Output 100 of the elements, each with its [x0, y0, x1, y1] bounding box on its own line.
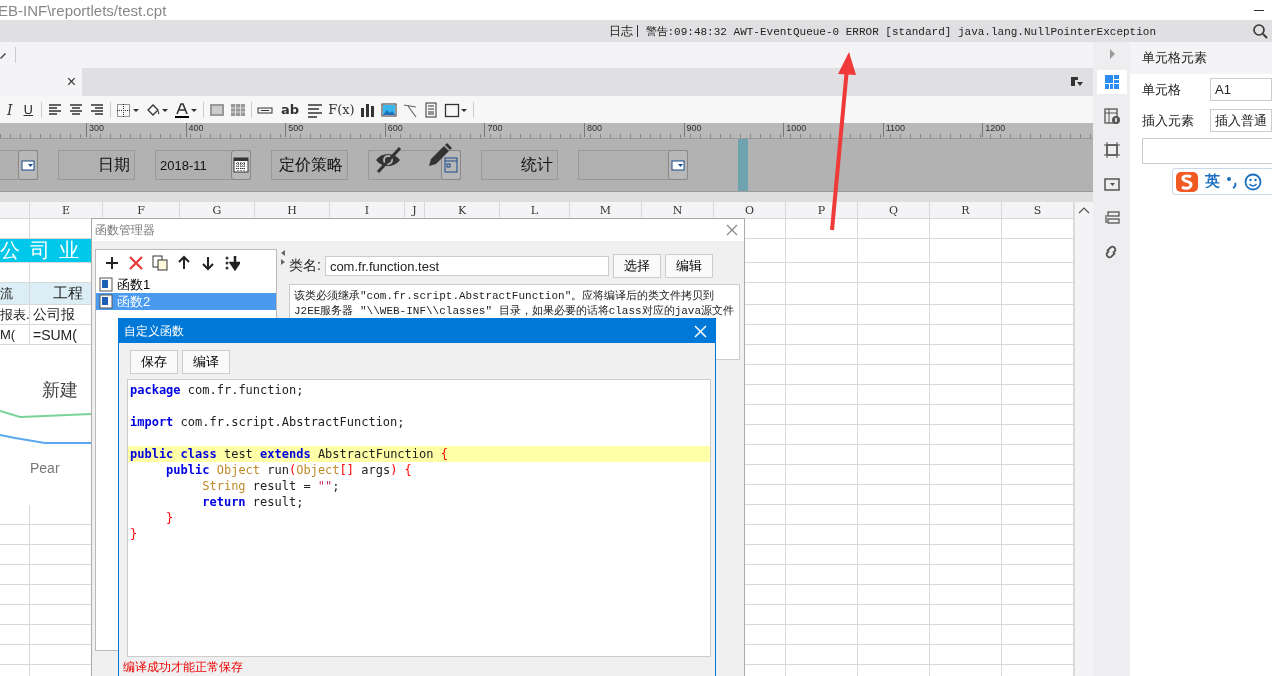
close-tab-button[interactable]: × — [66, 73, 76, 91]
empty-cell[interactable] — [786, 219, 858, 239]
add-icon[interactable] — [104, 255, 120, 271]
document-icon[interactable] — [422, 101, 439, 118]
dialog-button[interactable]: 编译 — [182, 350, 230, 374]
empty-cell[interactable] — [786, 605, 858, 625]
empty-cell[interactable] — [930, 283, 1002, 305]
empty-cell[interactable] — [930, 605, 1002, 625]
resize-handle[interactable] — [738, 139, 748, 191]
ime-mode[interactable]: 英 — [1205, 172, 1220, 191]
empty-cell[interactable] — [786, 325, 858, 345]
copy-icon[interactable] — [152, 255, 168, 271]
empty-cell[interactable] — [786, 625, 858, 645]
align-center-icon[interactable] — [68, 101, 85, 118]
empty-cell[interactable] — [858, 325, 930, 345]
smiley-icon[interactable] — [1244, 172, 1262, 191]
empty-cell[interactable] — [930, 525, 1002, 545]
empty-cell[interactable] — [786, 239, 858, 263]
empty-cell[interactable] — [858, 625, 930, 645]
empty-cell[interactable] — [858, 219, 930, 239]
empty-cell[interactable] — [786, 645, 858, 665]
empty-cell[interactable] — [930, 385, 1002, 405]
scroll-up-icon[interactable] — [1078, 206, 1090, 215]
empty-cell[interactable] — [858, 605, 930, 625]
empty-cell[interactable] — [786, 305, 858, 325]
empty-cell[interactable] — [930, 219, 1002, 239]
empty-cell[interactable] — [930, 345, 1002, 365]
dropdown-button[interactable] — [668, 150, 688, 180]
minimize-button[interactable] — [1254, 9, 1264, 11]
bar-chart-icon[interactable] — [359, 101, 376, 118]
column-header[interactable]: S — [1002, 202, 1074, 219]
empty-cell[interactable] — [786, 385, 858, 405]
empty-cell[interactable] — [786, 485, 858, 505]
border-icon[interactable] — [116, 101, 141, 118]
empty-cell[interactable] — [930, 263, 1002, 283]
frame-icon[interactable] — [443, 101, 468, 118]
empty-cell[interactable] — [930, 645, 1002, 665]
empty-cell[interactable] — [930, 565, 1002, 585]
empty-cell[interactable] — [858, 585, 930, 605]
empty-cell[interactable] — [786, 405, 858, 425]
empty-cell[interactable] — [858, 345, 930, 365]
empty-cell[interactable] — [0, 625, 30, 645]
italic-button[interactable]: I — [4, 100, 16, 119]
dialog-button[interactable]: 编辑 — [664, 254, 713, 278]
input-field[interactable]: 插入普通 — [1210, 109, 1272, 132]
empty-cell[interactable] — [930, 239, 1002, 263]
close-icon[interactable] — [726, 224, 738, 236]
delete-icon[interactable] — [128, 255, 144, 271]
empty-cell[interactable] — [786, 345, 858, 365]
slash-line-icon[interactable] — [401, 101, 418, 118]
empty-cell[interactable] — [0, 605, 30, 625]
column-header[interactable]: R — [930, 202, 1002, 219]
empty-cell[interactable] — [786, 505, 858, 525]
empty-cell[interactable] — [786, 545, 858, 565]
empty-cell[interactable] — [786, 283, 858, 305]
empty-cell[interactable] — [786, 585, 858, 605]
merge-cells-icon[interactable] — [209, 101, 226, 118]
empty-cell[interactable] — [930, 625, 1002, 645]
empty-cell[interactable] — [930, 325, 1002, 345]
empty-cell[interactable] — [858, 465, 930, 485]
paragraph-icon[interactable] — [307, 101, 324, 118]
empty-cell[interactable] — [930, 425, 1002, 445]
dropdown-button[interactable] — [18, 150, 38, 180]
empty-cell[interactable] — [858, 283, 930, 305]
empty-cell[interactable] — [930, 505, 1002, 525]
empty-cell[interactable] — [786, 445, 858, 465]
empty-cell[interactable] — [786, 465, 858, 485]
empty-cell[interactable] — [0, 525, 30, 545]
empty-cell[interactable] — [930, 305, 1002, 325]
splitter-arrows-icon[interactable] — [281, 249, 285, 266]
empty-cell[interactable] — [858, 565, 930, 585]
date-field[interactable]: 2018-11 — [155, 150, 251, 180]
empty-cell[interactable] — [0, 645, 30, 665]
empty-cell[interactable] — [930, 405, 1002, 425]
empty-cell[interactable] — [0, 585, 30, 605]
empty-cell[interactable] — [858, 525, 930, 545]
code-editor[interactable]: package com.fr.function; import com.fr.script.AbstractFunction; public class test extends AbstractFunction { public Object run(Object[] args) { String result = ""; return result; } } — [127, 379, 711, 657]
column-header[interactable]: E — [30, 202, 103, 219]
empty-cell[interactable] — [858, 485, 930, 505]
panel-tab[interactable] — [1096, 70, 1127, 94]
empty-cell[interactable] — [858, 239, 930, 263]
empty-cell[interactable] — [858, 545, 930, 565]
empty-cell[interactable] — [930, 545, 1002, 565]
empty-cell[interactable] — [858, 263, 930, 283]
empty-cell[interactable] — [858, 305, 930, 325]
empty-cell[interactable] — [786, 263, 858, 283]
empty-cell[interactable] — [786, 365, 858, 385]
empty-cell[interactable] — [786, 525, 858, 545]
empty-cell[interactable] — [858, 365, 930, 385]
formula-button[interactable]: F(x) — [328, 100, 355, 119]
empty-cell[interactable] — [786, 565, 858, 585]
input-field[interactable] — [1142, 138, 1272, 164]
align-left-icon[interactable] — [47, 101, 64, 118]
align-right-icon[interactable] — [89, 101, 106, 118]
font-color-icon[interactable] — [174, 101, 199, 118]
input-field[interactable]: A1 — [1210, 78, 1272, 101]
class-name-field[interactable]: com.fr.function.test — [324, 256, 609, 276]
empty-cell[interactable] — [858, 445, 930, 465]
calendar-button[interactable] — [231, 150, 251, 180]
empty-cell[interactable] — [0, 545, 30, 565]
